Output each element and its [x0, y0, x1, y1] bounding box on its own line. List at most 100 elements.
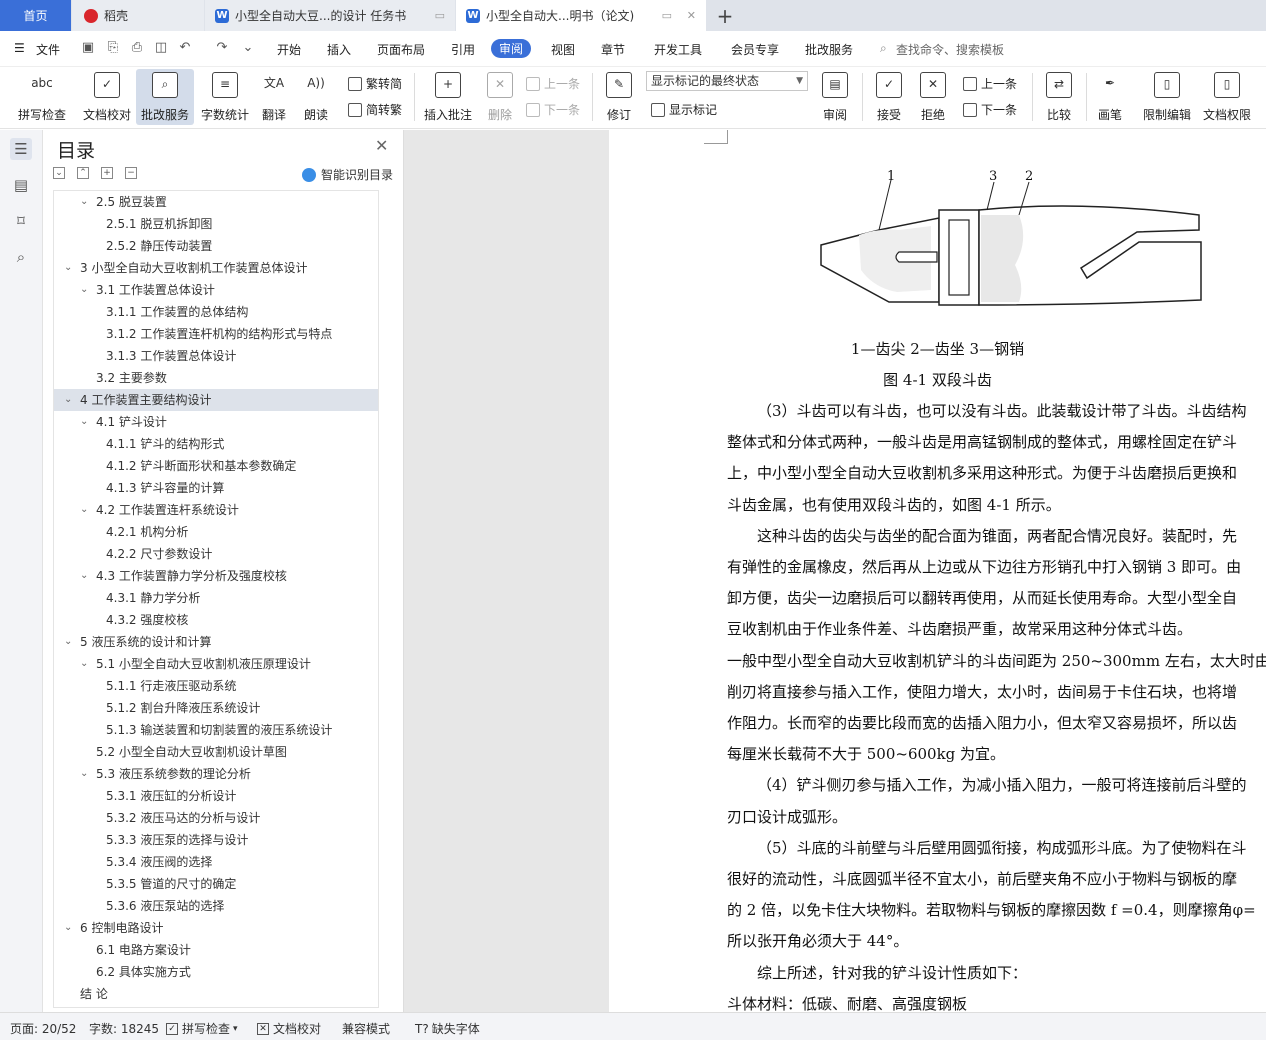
toc-item[interactable]: 4.3.1 静力学分析 — [54, 587, 378, 609]
export-pdf-icon[interactable]: ⎘ — [105, 40, 121, 56]
save-icon[interactable]: ▣ — [80, 40, 96, 56]
toc-item[interactable]: 5.3.1 液压缸的分析设计 — [54, 785, 378, 807]
menu-member[interactable]: 会员专享 — [731, 41, 779, 58]
toc-item[interactable]: 5.3.4 液压阀的选择 — [54, 851, 378, 873]
toc-item[interactable]: 4.2.2 尺寸参数设计 — [54, 543, 378, 565]
expand-all-icon[interactable]: ⌃ — [77, 167, 89, 179]
toc-item[interactable]: ⌄ 3.1 工作装置总体设计 — [54, 279, 378, 301]
hamburger-icon[interactable]: ☰ — [14, 41, 25, 55]
toc-item[interactable]: 5.2 小型全自动大豆收割机设计草图 — [54, 741, 378, 763]
tab-task-document[interactable]: W 小型全自动大豆...的设计 任务书 ▭ — [205, 0, 455, 31]
toc-expand-icon[interactable]: ⌄ — [80, 411, 88, 433]
remove-heading-icon[interactable]: − — [125, 167, 137, 179]
add-heading-icon[interactable]: + — [101, 167, 113, 179]
doc-check-button[interactable]: ✓ 文档校对 — [80, 69, 134, 125]
toc-expand-icon[interactable]: ⌄ — [64, 257, 72, 279]
menu-start[interactable]: 开始 — [277, 41, 301, 58]
print-icon[interactable]: ⎙ — [129, 40, 145, 56]
toc-expand-icon[interactable]: ⌄ — [80, 279, 88, 301]
toc-item[interactable]: ⌄ 3 小型全自动大豆收割机工作装置总体设计 — [54, 257, 378, 279]
search-icon[interactable]: ⌕ — [10, 246, 32, 268]
prev-comment-button[interactable]: 上一条 — [526, 75, 580, 92]
tab-active-document[interactable]: W 小型全自动大...明书（论文) ▭ ✕ — [456, 0, 706, 31]
toc-item[interactable]: 3.1.2 工作装置连杆机构的结构形式与特点 — [54, 323, 378, 345]
toc-expand-icon[interactable]: ⌄ — [80, 499, 88, 521]
quick-access-dropdown-icon[interactable]: ⌄ — [240, 40, 256, 56]
insert-comment-button[interactable]: + 插入批注 — [422, 69, 474, 125]
redo-icon[interactable]: ↷ — [214, 40, 230, 56]
toc-item[interactable]: ⌄ 4 工作装置主要结构设计 — [54, 389, 378, 411]
translate-button[interactable]: 文A 翻译 — [256, 69, 292, 125]
toc-item[interactable]: ⌄ 5 液压系统的设计和计算 — [54, 631, 378, 653]
document-page[interactable]: 1 3 2 1—齿尖 2—齿坐 3—钢销 图 4-1 双段斗齿 （3）斗齿可以有… — [609, 130, 1266, 1012]
menu-insert[interactable]: 插入 — [327, 41, 351, 58]
menu-section[interactable]: 章节 — [601, 41, 625, 58]
reject-button[interactable]: ✕ 拒绝 — [914, 69, 952, 125]
toc-item[interactable]: 6.1 电路方案设计 — [54, 939, 378, 961]
toc-item[interactable]: 5.3.3 液压泵的选择与设计 — [54, 829, 378, 851]
toc-item[interactable]: ⌄ 4.1 铲斗设计 — [54, 411, 378, 433]
pen-button[interactable]: ✒ 画笔 — [1094, 69, 1126, 125]
toc-item[interactable]: 3.1.1 工作装置的总体结构 — [54, 301, 378, 323]
review-pane-button[interactable]: ▤ 审阅 — [816, 69, 854, 125]
menu-review-service[interactable]: 批改服务 — [805, 41, 853, 58]
delete-comment-button[interactable]: ✕ 删除 — [480, 69, 520, 125]
toc-expand-icon[interactable]: ⌄ — [64, 917, 72, 939]
toc-expand-icon[interactable]: ⌄ — [64, 389, 72, 411]
toc-item[interactable]: 3.2 主要参数 — [54, 367, 378, 389]
toc-expand-icon[interactable]: ⌄ — [80, 191, 88, 213]
next-change-button[interactable]: 下一条 — [963, 101, 1017, 118]
print-preview-icon[interactable]: ◫ — [153, 40, 169, 56]
toc-item[interactable]: 2.5.2 静压传动装置 — [54, 235, 378, 257]
toc-item[interactable]: ⌄ 6 控制电路设计 — [54, 917, 378, 939]
new-tab-button[interactable]: + — [712, 0, 738, 31]
restrict-edit-button[interactable]: ▯ 限制编辑 — [1140, 69, 1194, 125]
toc-expand-icon[interactable]: ⌄ — [80, 653, 88, 675]
toc-item[interactable]: 4.1.3 铲斗容量的计算 — [54, 477, 378, 499]
chapter-nav-icon[interactable]: ▤ — [10, 174, 32, 196]
toc-item[interactable]: 5.1.3 输送装置和切割装置的液压系统设计 — [54, 719, 378, 741]
read-aloud-button[interactable]: A)) 朗读 — [298, 69, 334, 125]
menu-reference[interactable]: 引用 — [451, 41, 475, 58]
toc-item[interactable]: ⌄ 2.5 脱豆装置 — [54, 191, 378, 213]
bookmark-icon[interactable]: ⌑ — [10, 210, 32, 232]
doc-permission-button[interactable]: ▯ 文档权限 — [1200, 69, 1254, 125]
toc-expand-icon[interactable]: ⌄ — [80, 763, 88, 785]
toc-item[interactable]: 3.1.3 工作装置总体设计 — [54, 345, 378, 367]
command-search-input[interactable]: 查找命令、搜索模板 — [896, 41, 1004, 58]
spellcheck-status[interactable]: ✓ 拼写检查 ▾ — [166, 1020, 238, 1037]
next-comment-button[interactable]: 下一条 — [526, 101, 580, 118]
word-count-status[interactable]: 字数: 18245 — [89, 1020, 159, 1037]
toc-item[interactable]: ⌄ 5.3 液压系统参数的理论分析 — [54, 763, 378, 785]
show-markup-button[interactable]: 显示标记 — [651, 101, 717, 118]
toc-item[interactable]: ⌄ 4.3 工作装置静力学分析及强度校核 — [54, 565, 378, 587]
tab-docer[interactable]: 稻壳 — [72, 0, 204, 31]
menu-developer[interactable]: 开发工具 — [654, 41, 702, 58]
toc-item[interactable]: 5.3.2 液压马达的分析与设计 — [54, 807, 378, 829]
toc-item[interactable]: 结 论 — [54, 983, 378, 1005]
menu-view[interactable]: 视图 — [551, 41, 575, 58]
word-count-button[interactable]: ≡ 字数统计 — [198, 69, 252, 125]
revise-button[interactable]: ✎ 修订 — [600, 69, 638, 125]
close-icon[interactable]: ✕ — [375, 136, 388, 155]
markup-state-select[interactable]: 显示标记的最终状态 ▼ — [646, 71, 808, 91]
toc-expand-icon[interactable]: ⌄ — [80, 565, 88, 587]
toc-item[interactable]: 4.2.1 机构分析 — [54, 521, 378, 543]
toc-expand-icon[interactable]: ⌄ — [64, 631, 72, 653]
toc-panel-icon[interactable]: ☰ — [10, 138, 32, 160]
undo-icon[interactable]: ↶ — [177, 40, 193, 56]
tab-home[interactable]: 首页 — [0, 0, 71, 31]
doc-check-status[interactable]: ✕ 文档校对 — [257, 1020, 321, 1037]
review-service-button[interactable]: ⌕ 批改服务 — [136, 69, 194, 125]
tab-close-icon[interactable]: ✕ — [687, 9, 696, 22]
toc-item[interactable]: ⌄ 5.1 小型全自动大豆收割机液压原理设计 — [54, 653, 378, 675]
spellcheck-button[interactable]: abc 拼写检查 — [10, 69, 74, 125]
trad-to-simp-button[interactable]: 繁转简 — [348, 75, 402, 92]
page-indicator[interactable]: 页面: 20/52 — [10, 1020, 76, 1037]
menu-file[interactable]: 文件 — [36, 41, 60, 58]
toc-item[interactable]: 5.1.1 行走液压驱动系统 — [54, 675, 378, 697]
toc-item[interactable]: 5.3.6 液压泵站的选择 — [54, 895, 378, 917]
collapse-all-icon[interactable]: ⌄ — [53, 167, 65, 179]
toc-item[interactable]: 2.5.1 脱豆机拆卸图 — [54, 213, 378, 235]
missing-font-status[interactable]: T? 缺失字体 — [415, 1020, 480, 1037]
